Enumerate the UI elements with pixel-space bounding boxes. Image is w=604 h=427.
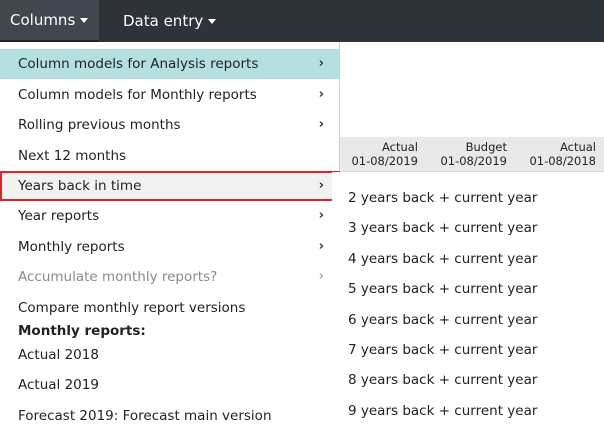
chevron-right-icon: › <box>318 177 324 193</box>
menu-item-label: Next 12 months <box>18 148 127 164</box>
menu-item-label: Accumulate monthly reports? <box>18 269 218 285</box>
menu-item-label: Rolling previous months <box>18 117 181 133</box>
data-entry-menu-label: Data entry <box>123 12 204 30</box>
menu-item-accumulate-monthly-reports: Accumulate monthly reports? › <box>0 262 340 292</box>
columns-menu-label: Columns <box>10 11 76 29</box>
chevron-right-icon: › <box>318 116 324 132</box>
column-header-3: Actual 01-08/2018 <box>529 140 596 168</box>
menu-item-label: Actual 2019 <box>18 377 99 393</box>
menu-item-column-models-monthly[interactable]: Column models for Monthly reports › <box>0 80 340 110</box>
submenu-item-7-years-back[interactable]: 7 years back + current year <box>332 335 604 365</box>
submenu-item-8-years-back[interactable]: 8 years back + current year <box>332 365 604 395</box>
caret-down-icon <box>80 18 89 23</box>
menu-item-years-back-in-time[interactable]: Years back in time › <box>0 171 340 201</box>
submenu-item-4-years-back[interactable]: 4 years back + current year <box>332 244 604 274</box>
menu-item-column-models-analysis[interactable]: Column models for Analysis reports › <box>0 49 340 79</box>
chevron-right-icon: › <box>318 207 324 223</box>
chevron-right-icon: › <box>318 86 324 102</box>
top-navbar: Columns Data entry <box>0 0 604 42</box>
submenu-item-5-years-back[interactable]: 5 years back + current year <box>332 274 604 304</box>
columns-dropdown-menu: Column models for Analysis reports › Col… <box>0 42 340 427</box>
report-column-header: Actual 01-08/2019 Budget 01-08/2019 Actu… <box>330 137 604 172</box>
column-type: Budget <box>465 140 507 154</box>
menu-item-label: Years back in time <box>18 178 142 194</box>
menu-item-year-reports[interactable]: Year reports › <box>0 201 340 231</box>
column-header-2: Budget 01-08/2019 <box>440 140 507 168</box>
columns-menu-button[interactable]: Columns <box>0 0 99 42</box>
data-entry-menu-button[interactable]: Data entry <box>123 0 217 42</box>
menu-item-label: Column models for Monthly reports <box>18 87 257 103</box>
column-type: Actual <box>559 140 596 154</box>
chevron-right-icon: › <box>318 238 324 254</box>
menu-section-heading: Monthly reports: <box>18 323 146 339</box>
column-period: 01-08/2019 <box>351 154 418 168</box>
menu-item-label: Monthly reports <box>18 239 125 255</box>
submenu-item-9-years-back[interactable]: 9 years back + current year <box>332 396 604 426</box>
menu-item-label: Actual 2018 <box>18 347 99 363</box>
menu-item-actual-2018[interactable]: Actual 2018 <box>0 340 340 370</box>
column-type: Actual <box>381 140 418 154</box>
submenu-item-3-years-back[interactable]: 3 years back + current year <box>332 213 604 243</box>
menu-item-rolling-previous-months[interactable]: Rolling previous months › <box>0 110 340 140</box>
menu-item-label: Column models for Analysis reports <box>18 56 259 72</box>
years-back-submenu: 2 years back + current year 3 years back… <box>332 172 604 427</box>
column-header-1: Actual 01-08/2019 <box>351 140 418 168</box>
report-area <box>330 42 604 137</box>
chevron-right-icon: › <box>318 55 324 71</box>
submenu-item-6-years-back[interactable]: 6 years back + current year <box>332 305 604 335</box>
menu-item-label: Forecast 2019: Forecast main version <box>18 408 272 424</box>
menu-item-forecast-2019[interactable]: Forecast 2019: Forecast main version <box>0 401 340 427</box>
chevron-right-icon: › <box>318 268 324 284</box>
column-period: 01-08/2019 <box>440 154 507 168</box>
submenu-item-2-years-back[interactable]: 2 years back + current year <box>332 183 604 213</box>
column-period: 01-08/2018 <box>529 154 596 168</box>
menu-item-actual-2019[interactable]: Actual 2019 <box>0 370 340 400</box>
caret-down-icon <box>208 19 217 24</box>
menu-item-monthly-reports[interactable]: Monthly reports › <box>0 232 340 262</box>
menu-item-label: Year reports <box>18 208 100 224</box>
menu-item-next-12-months[interactable]: Next 12 months <box>0 141 340 171</box>
menu-item-compare-monthly-report-versions[interactable]: Compare monthly report versions <box>0 293 340 323</box>
menu-item-label: Compare monthly report versions <box>18 300 246 316</box>
